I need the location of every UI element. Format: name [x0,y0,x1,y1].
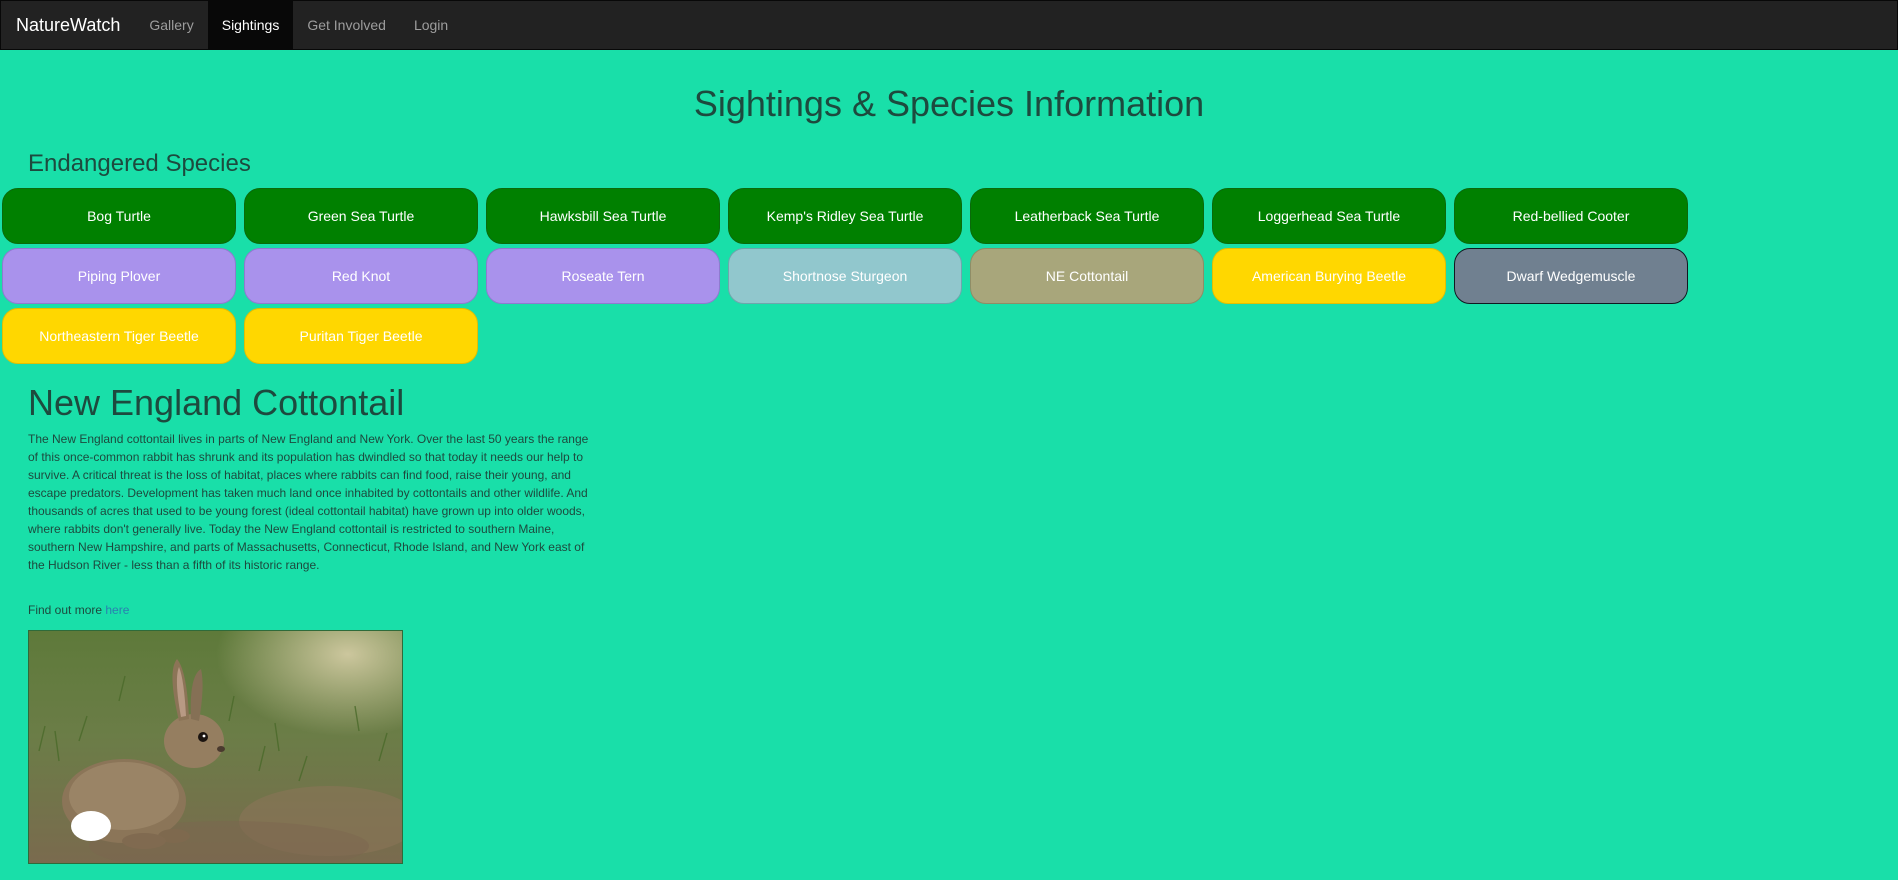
rabbit-image [29,631,402,863]
species-detail-description: The New England cottontail lives in part… [28,432,589,572]
species-button-leatherback-sea-turtle[interactable]: Leatherback Sea Turtle [970,188,1204,244]
nav-link-sightings[interactable]: Sightings [207,1,294,49]
top-navbar: NatureWatch Gallery Sightings Get Involv… [0,0,1898,50]
nav-link-gallery[interactable]: Gallery [135,1,207,49]
species-button-kemps-ridley-sea-turtle[interactable]: Kemp's Ridley Sea Turtle [728,188,962,244]
brand-link[interactable]: NatureWatch [1,1,135,49]
species-button-puritan-tiger-beetle[interactable]: Puritan Tiger Beetle [244,308,478,364]
species-button-hawksbill-sea-turtle[interactable]: Hawksbill Sea Turtle [486,188,720,244]
species-button-red-bellied-cooter[interactable]: Red-bellied Cooter [1454,188,1688,244]
species-button-piping-plover[interactable]: Piping Plover [2,248,236,304]
page-title: Sightings & Species Information [693,83,1205,124]
species-button-bog-turtle[interactable]: Bog Turtle [2,188,236,244]
cottontail-photo [28,630,403,864]
species-button-roseate-tern[interactable]: Roseate Tern [486,248,720,304]
find-out-more-line: Find out more here [28,601,129,619]
nav-link-login[interactable]: Login [400,1,462,49]
nav-link-get-involved[interactable]: Get Involved [293,1,400,49]
species-button-red-knot[interactable]: Red Knot [244,248,478,304]
find-out-more-prefix: Find out more [28,603,106,617]
find-out-more-link[interactable]: here [105,603,129,617]
species-button-northeastern-tiger-beetle[interactable]: Northeastern Tiger Beetle [2,308,236,364]
species-button-loggerhead-sea-turtle[interactable]: Loggerhead Sea Turtle [1212,188,1446,244]
species-button-dwarf-wedgemuscle[interactable]: Dwarf Wedgemuscle [1454,248,1688,304]
species-button-american-burying-beetle[interactable]: American Burying Beetle [1212,248,1446,304]
species-button-green-sea-turtle[interactable]: Green Sea Turtle [244,188,478,244]
section-title-endangered-species: Endangered Species [28,150,251,177]
species-button-ne-cottontail[interactable]: NE Cottontail [970,248,1204,304]
species-button-shortnose-sturgeon[interactable]: Shortnose Sturgeon [728,248,962,304]
species-detail-title: New England Cottontail [28,382,405,423]
